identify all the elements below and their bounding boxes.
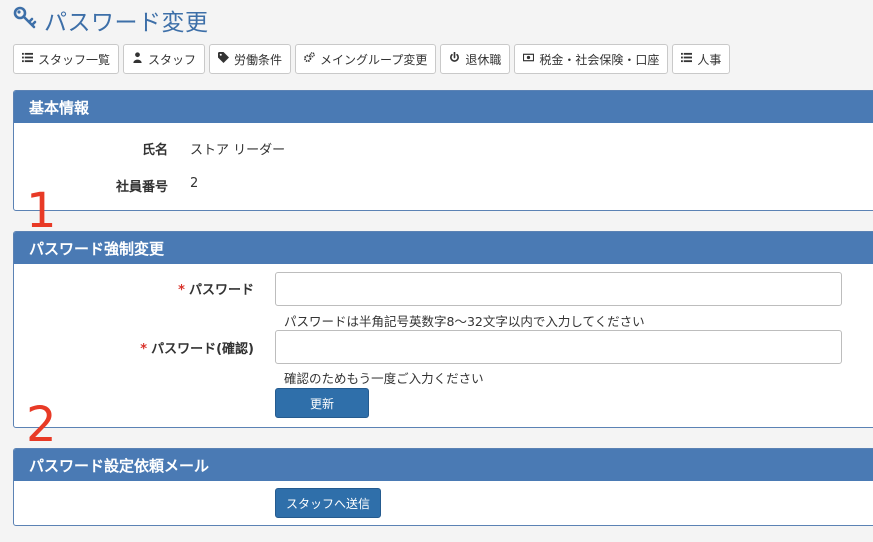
leave-label: 退休職 — [465, 52, 502, 67]
basic-info-panel: 基本情報 氏名 ストア リーダー 社員番号 2 — [13, 90, 873, 211]
basic-info-heading: 基本情報 — [14, 91, 873, 123]
power-icon — [449, 51, 460, 66]
password-request-mail-panel: パスワード設定依頼メール スタッフへ送信 — [13, 448, 873, 526]
update-button[interactable]: 更新 — [275, 388, 369, 418]
staff-button[interactable]: スタッフ — [123, 44, 206, 74]
password-label-text: パスワード — [188, 283, 254, 298]
list-icon — [681, 52, 693, 66]
password-input[interactable] — [275, 272, 842, 306]
key-icon — [13, 6, 37, 34]
required-mark: * — [178, 283, 185, 298]
gears-icon — [304, 52, 315, 66]
working-conditions-label: 労働条件 — [234, 52, 283, 67]
tax-insurance-account-button[interactable]: 税金・社会保険・口座 — [514, 44, 669, 74]
staff-list-label: スタッフ一覧 — [38, 52, 111, 67]
leave-button[interactable]: 退休職 — [440, 44, 511, 74]
personnel-button[interactable]: 人事 — [672, 44, 731, 74]
required-mark: * — [140, 342, 148, 357]
main-group-change-button[interactable]: メイングループ変更 — [295, 44, 437, 74]
name-value: ストア リーダー — [190, 143, 286, 158]
user-icon — [132, 52, 143, 66]
send-to-staff-button[interactable]: スタッフへ送信 — [275, 488, 381, 518]
personnel-label: 人事 — [697, 52, 722, 67]
page-header: パスワード変更 — [13, 4, 209, 36]
main-group-change-label: メイングループ変更 — [320, 52, 428, 67]
list-icon — [22, 52, 33, 66]
password-request-mail-heading: パスワード設定依頼メール — [14, 449, 873, 481]
force-password-change-panel: パスワード強制変更 * パスワード パスワードは半角記号英数字8〜32文字以内で入… — [13, 231, 873, 428]
staff-list-button[interactable]: スタッフ一覧 — [13, 44, 120, 74]
tag-icon — [218, 52, 230, 66]
working-conditions-button[interactable]: 労働条件 — [209, 44, 292, 74]
force-password-change-heading: パスワード強制変更 — [14, 232, 873, 264]
name-label: 氏名 — [141, 143, 168, 158]
password-confirm-hint: 確認のためもう一度ご入力ください — [284, 371, 484, 386]
password-label: * パスワード — [178, 279, 254, 298]
annotation-number-1: 1 — [26, 183, 57, 239]
toolbar: スタッフ一覧 スタッフ 労働条件 メイングループ変更 退休職 税金・社会保険・口… — [13, 44, 731, 74]
password-confirm-label: * パスワード(確認) — [140, 338, 254, 357]
password-confirm-input[interactable] — [275, 330, 842, 364]
page-title: パスワード変更 — [44, 10, 209, 36]
money-icon — [523, 52, 535, 66]
tax-insurance-account-label: 税金・社会保険・口座 — [539, 52, 660, 67]
staff-label: スタッフ — [148, 52, 197, 67]
password-hint: パスワードは半角記号英数字8〜32文字以内で入力してください — [284, 314, 645, 329]
employee-number-label: 社員番号 — [115, 180, 168, 195]
annotation-number-2: 2 — [26, 397, 57, 453]
password-confirm-label-text: パスワード(確認) — [151, 342, 254, 357]
employee-number-value: 2 — [190, 176, 199, 191]
